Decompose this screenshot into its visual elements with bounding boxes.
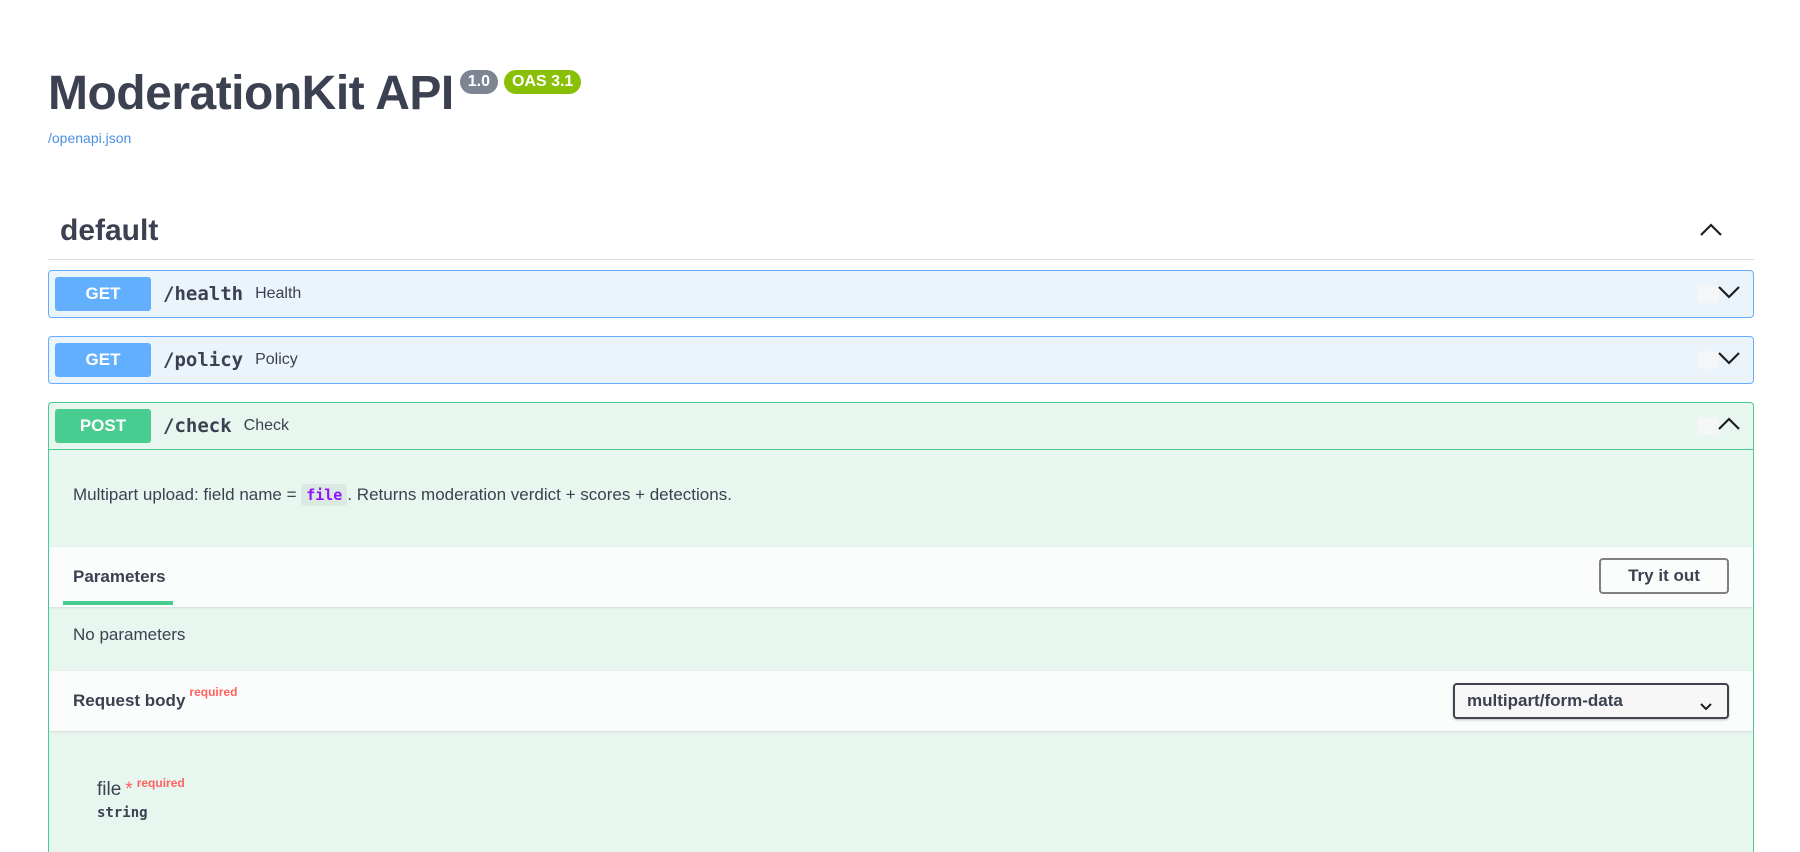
operation-summary-text: Health — [255, 285, 302, 302]
operation-summary-text: Check — [243, 417, 289, 434]
oas-badge: OAS 3.1 — [503, 70, 582, 94]
operation-description: Multipart upload: field name = file. Ret… — [73, 484, 732, 506]
api-info: ModerationKit API 1.0 OAS 3.1 /openapi.j… — [48, 64, 582, 148]
tab-active-indicator — [63, 601, 173, 605]
method-badge-get: GET — [55, 277, 151, 311]
content-type-value: multipart/form-data — [1467, 691, 1623, 710]
operation-summary-check[interactable]: POST /check Check — [49, 403, 1753, 450]
operation-get-health: GET /health Health — [48, 270, 1754, 318]
no-parameters-text: No parameters — [73, 625, 186, 644]
tab-parameters[interactable]: Parameters — [73, 567, 166, 587]
chevron-down-icon[interactable] — [1697, 281, 1741, 305]
operation-summary-text: Policy — [255, 351, 298, 368]
chevron-down-icon[interactable] — [1697, 347, 1741, 371]
method-badge-get: GET — [55, 343, 151, 377]
operation-summary-health[interactable]: GET /health Health — [49, 271, 1753, 317]
field-name-code: file — [301, 484, 348, 506]
chevron-up-icon[interactable] — [1697, 413, 1741, 437]
swagger-ui-page: ModerationKit API 1.0 OAS 3.1 /openapi.j… — [0, 0, 1800, 852]
content-type-select[interactable]: multipart/form-data — [1453, 683, 1729, 719]
operation-path: /policy — [163, 349, 244, 371]
request-body-header: Request body required multipart/form-data — [49, 671, 1753, 731]
form-field-file: file * required string — [97, 776, 185, 821]
chevron-up-icon[interactable] — [1698, 220, 1724, 240]
request-body-label: Request body required — [73, 685, 237, 711]
api-title: ModerationKit API — [48, 67, 454, 120]
try-it-out-button[interactable]: Try it out — [1599, 558, 1729, 594]
description-text-before: Multipart upload: field name = — [73, 485, 302, 504]
parameters-header: Parameters Try it out — [49, 547, 1753, 607]
required-flag: required — [189, 685, 238, 699]
field-name: file — [97, 779, 122, 800]
field-type: string — [97, 805, 148, 821]
chevron-down-icon — [1699, 697, 1713, 717]
operation-path: /health — [163, 283, 244, 305]
title-row: ModerationKit API 1.0 OAS 3.1 — [48, 64, 582, 124]
request-body-title: Request body — [73, 691, 186, 710]
operation-path: /check — [163, 415, 232, 437]
description-text-after: . Returns moderation verdict + scores + … — [347, 485, 732, 504]
operation-get-policy: GET /policy Policy — [48, 336, 1754, 384]
tag-name: default — [60, 214, 159, 247]
field-required-flag: required — [136, 776, 185, 790]
operation-post-check: POST /check Check Multipart upload: fiel… — [48, 402, 1754, 852]
required-star: * — [125, 779, 133, 800]
operation-summary-policy[interactable]: GET /policy Policy — [49, 337, 1753, 383]
openapi-spec-link[interactable]: /openapi.json — [48, 130, 131, 146]
tag-section-default[interactable]: default — [48, 202, 1754, 260]
version-badge: 1.0 — [459, 70, 498, 94]
method-badge-post: POST — [55, 409, 151, 443]
